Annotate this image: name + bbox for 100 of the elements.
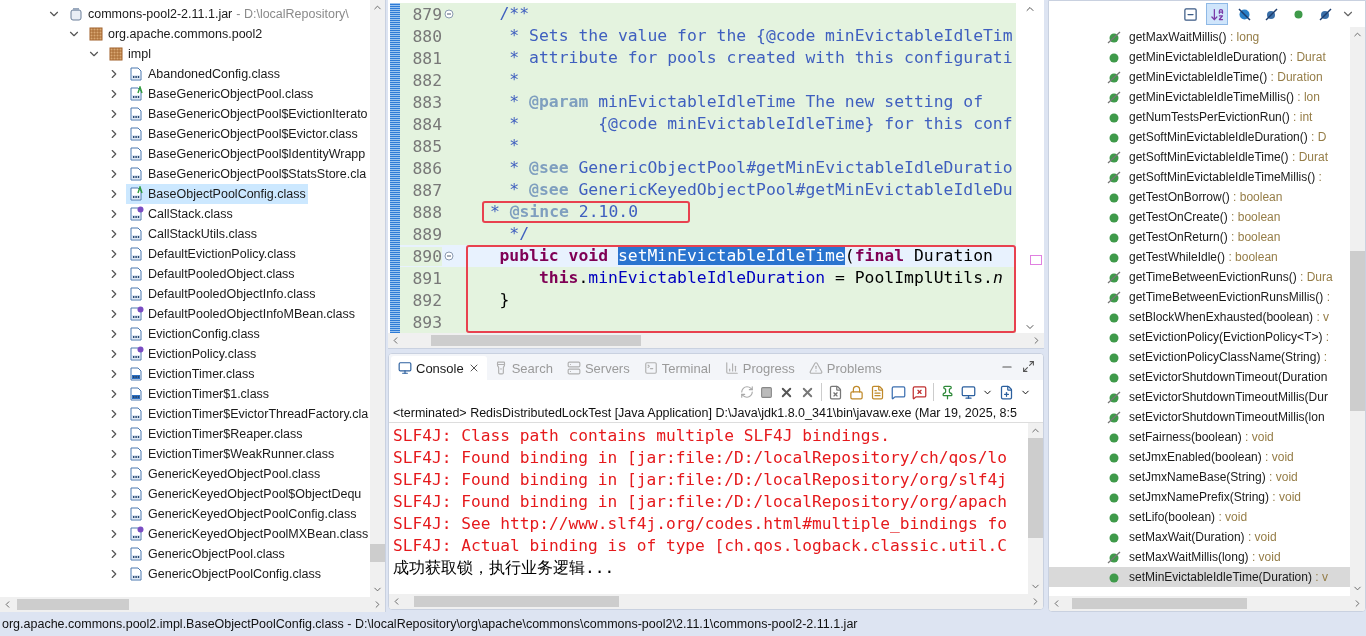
tree-item[interactable]: EvictionTimer$EvictorThreadFactory.cla bbox=[126, 404, 370, 424]
tree-item[interactable]: EvictionTimer$WeakRunner.class bbox=[126, 444, 337, 464]
ruler-mark bbox=[1030, 255, 1042, 265]
tree-item[interactable]: org.apache.commons.pool2 bbox=[86, 24, 265, 44]
outline-item[interactable]: getTestOnBorrow() : boolean bbox=[1049, 187, 1350, 207]
scrollbar-thumb[interactable] bbox=[431, 335, 641, 346]
scrollbar-thumb[interactable] bbox=[17, 599, 129, 610]
outline-item[interactable]: setLifo(boolean) : void bbox=[1049, 507, 1350, 527]
scrollbar-thumb[interactable] bbox=[1072, 598, 1247, 609]
show-output-icon[interactable] bbox=[891, 384, 906, 400]
show-error-icon[interactable] bbox=[912, 384, 927, 400]
jar-icon bbox=[68, 6, 84, 22]
tree-item[interactable]: EvictionPolicy.class bbox=[126, 344, 259, 364]
outline-item[interactable]: getSoftMinEvictableIdleDuration() : D bbox=[1049, 127, 1350, 147]
deprecated-method-icon bbox=[1107, 30, 1121, 44]
outline-item[interactable]: setMinEvictableIdleTime(Duration) : v bbox=[1049, 567, 1350, 587]
outline-item[interactable]: getTimeBetweenEvictionRunsMillis() : bbox=[1049, 287, 1350, 307]
code-line: /** bbox=[498, 3, 530, 25]
tree-item[interactable]: DefaultPooledObjectInfoMBean.class bbox=[126, 304, 358, 324]
tree-item[interactable]: BaseGenericObjectPool$StatsStore.cla bbox=[126, 164, 369, 184]
outline-item[interactable]: getMaxWaitMillis() : long bbox=[1049, 27, 1350, 47]
class-file-icon bbox=[128, 366, 144, 382]
console-line: SLF4J: Found binding in [jar:file:/D:/localRepository/org/apach bbox=[393, 491, 1008, 513]
tree-item[interactable]: CallStackUtils.class bbox=[126, 224, 260, 244]
console-line: SLF4J: Class path contains multiple SLF4J bindings. bbox=[393, 425, 892, 447]
maximize-icon[interactable] bbox=[1022, 360, 1035, 373]
class-file-icon bbox=[128, 566, 144, 582]
console-line: SLF4J: See http://www.slf4j.org/codes.html#multiple_bindings fo bbox=[393, 513, 1008, 535]
toolbar-button[interactable] bbox=[1206, 3, 1228, 25]
tree-item[interactable]: DefaultPooledObjectInfo.class bbox=[126, 284, 318, 304]
deprecated-method-icon bbox=[1107, 390, 1121, 404]
tree-item[interactable]: GenericKeyedObjectPool$ObjectDequ bbox=[126, 484, 364, 504]
tree-item[interactable]: GenericKeyedObjectPool.class bbox=[126, 464, 323, 484]
fold-icon[interactable] bbox=[444, 9, 454, 19]
scrollbar-thumb[interactable] bbox=[1028, 438, 1043, 539]
outline-item[interactable]: getSoftMinEvictableIdleTimeMillis() : bbox=[1049, 167, 1350, 187]
package-icon bbox=[108, 46, 124, 62]
outline-item[interactable]: getTimeBetweenEvictionRuns() : Dura bbox=[1049, 267, 1350, 287]
outline-item[interactable]: getNumTestsPerEvictionRun() : int bbox=[1049, 107, 1350, 127]
outline-item[interactable]: setMaxWait(Duration) : void bbox=[1049, 527, 1350, 547]
outline-item[interactable]: setJmxEnabled(boolean) : void bbox=[1049, 447, 1350, 467]
scroll-lock-icon[interactable] bbox=[849, 384, 864, 400]
outline-item[interactable]: getMinEvictableIdleDuration() : Durat bbox=[1049, 47, 1350, 67]
outline-item[interactable]: setEvictorShutdownTimeoutMillis(lon bbox=[1049, 407, 1350, 427]
fold-icon[interactable] bbox=[444, 251, 454, 261]
tree-item[interactable]: AbandonedConfig.class bbox=[126, 64, 283, 84]
display-console-icon[interactable] bbox=[961, 384, 976, 400]
clear-console-icon[interactable] bbox=[828, 384, 843, 400]
outline-item[interactable]: getSoftMinEvictableIdleTime() : Durat bbox=[1049, 147, 1350, 167]
word-wrap-icon[interactable] bbox=[870, 384, 885, 400]
status-text: org.apache.commons.pool2.impl.BaseObjectPoolConfig.class - D:\localRepository\org\apache\commons\commons-pool2\2.11.1\commons-pool2-2.11.1.jar bbox=[1, 616, 859, 633]
outline-item[interactable]: setMaxWaitMillis(long) : void bbox=[1049, 547, 1350, 567]
deprecated-method-icon bbox=[1107, 70, 1121, 84]
outline-item[interactable]: getMinEvictableIdleTimeMillis() : lon bbox=[1049, 87, 1350, 107]
deprecated-method-icon bbox=[1107, 290, 1121, 304]
outline-item[interactable]: setEvictionPolicy(EvictionPolicy<T>) : bbox=[1049, 327, 1350, 347]
scrollbar-thumb[interactable] bbox=[1350, 250, 1365, 411]
tree-item[interactable]: EvictionTimer$1.class bbox=[126, 384, 272, 404]
tree-item[interactable]: DefaultEvictionPolicy.class bbox=[126, 244, 298, 264]
tree-item[interactable]: EvictionConfig.class bbox=[126, 324, 262, 344]
scrollbar-thumb[interactable] bbox=[414, 596, 619, 607]
outline-item[interactable]: getMinEvictableIdleTime() : Duration bbox=[1049, 67, 1350, 87]
tree-item[interactable]: CallStack.class bbox=[126, 204, 235, 224]
code-line: * @see GenericObjectPool#getMinEvictableIdleDuratio bbox=[508, 157, 1013, 179]
tree-item[interactable]: EvictionTimer.class bbox=[126, 364, 257, 384]
outline-item[interactable]: setJmxNamePrefix(String) : void bbox=[1049, 487, 1350, 507]
tree-item[interactable]: GenericKeyedObjectPoolMXBean.class bbox=[126, 524, 370, 544]
tree-item[interactable]: commons-pool2-2.11.1.jar - D:\localRepository\ bbox=[66, 4, 351, 24]
new-console-icon[interactable] bbox=[999, 384, 1014, 400]
outline-item[interactable]: setEvictionPolicyClassName(String) : bbox=[1049, 347, 1350, 367]
tree-item[interactable]: BaseGenericObjectPool$Evictor.class bbox=[126, 124, 360, 144]
outline-item[interactable]: getTestOnCreate() : boolean bbox=[1049, 207, 1350, 227]
outline-item[interactable]: setEvictorShutdownTimeoutMillis(Dur bbox=[1049, 387, 1350, 407]
outline-item[interactable]: setBlockWhenExhausted(boolean) : v bbox=[1049, 307, 1350, 327]
outline-item[interactable]: getTestOnReturn() : boolean bbox=[1049, 227, 1350, 247]
tree-item[interactable]: EvictionTimer$Reaper.class bbox=[126, 424, 305, 444]
tree-item[interactable]: GenericKeyedObjectPoolConfig.class bbox=[126, 504, 359, 524]
stop-icon[interactable] bbox=[760, 385, 773, 399]
tree-item[interactable]: GenericObjectPool.class bbox=[126, 544, 287, 564]
tree-item[interactable]: BaseGenericObjectPool.class bbox=[126, 84, 316, 104]
interface-file-icon bbox=[128, 526, 144, 542]
code-line: * Sets the value for the {@code minEvictableIdleTim bbox=[508, 25, 1013, 47]
view-tab[interactable]: Console bbox=[391, 356, 487, 380]
abstract-class-icon bbox=[128, 86, 144, 102]
outline-item[interactable]: setJmxNameBase(String) : void bbox=[1049, 467, 1350, 487]
code-line: * {@code minEvictableIdleTime} for this conf bbox=[508, 113, 1013, 135]
pin-icon[interactable] bbox=[940, 384, 955, 400]
tree-item[interactable]: DefaultPooledObject.class bbox=[126, 264, 297, 284]
tree-item[interactable]: BaseGenericObjectPool$IdentityWrapp bbox=[126, 144, 368, 164]
outline-item[interactable]: setEvictorShutdownTimeout(Duration bbox=[1049, 367, 1350, 387]
monitor-icon bbox=[398, 361, 412, 375]
scrollbar-thumb[interactable] bbox=[370, 543, 385, 562]
outline-item[interactable]: setFairness(boolean) : void bbox=[1049, 427, 1350, 447]
chart-icon bbox=[724, 361, 739, 375]
outline-item[interactable]: getTestWhileIdle() : boolean bbox=[1049, 247, 1350, 267]
tree-item[interactable]: GenericObjectPoolConfig.class bbox=[126, 564, 323, 584]
tree-item[interactable]: BaseObjectPoolConfig.class bbox=[126, 184, 308, 204]
tree-item[interactable]: impl bbox=[106, 44, 153, 64]
deprecated-method-icon bbox=[1107, 550, 1121, 564]
tree-item[interactable]: BaseGenericObjectPool$EvictionIterato bbox=[126, 104, 370, 124]
